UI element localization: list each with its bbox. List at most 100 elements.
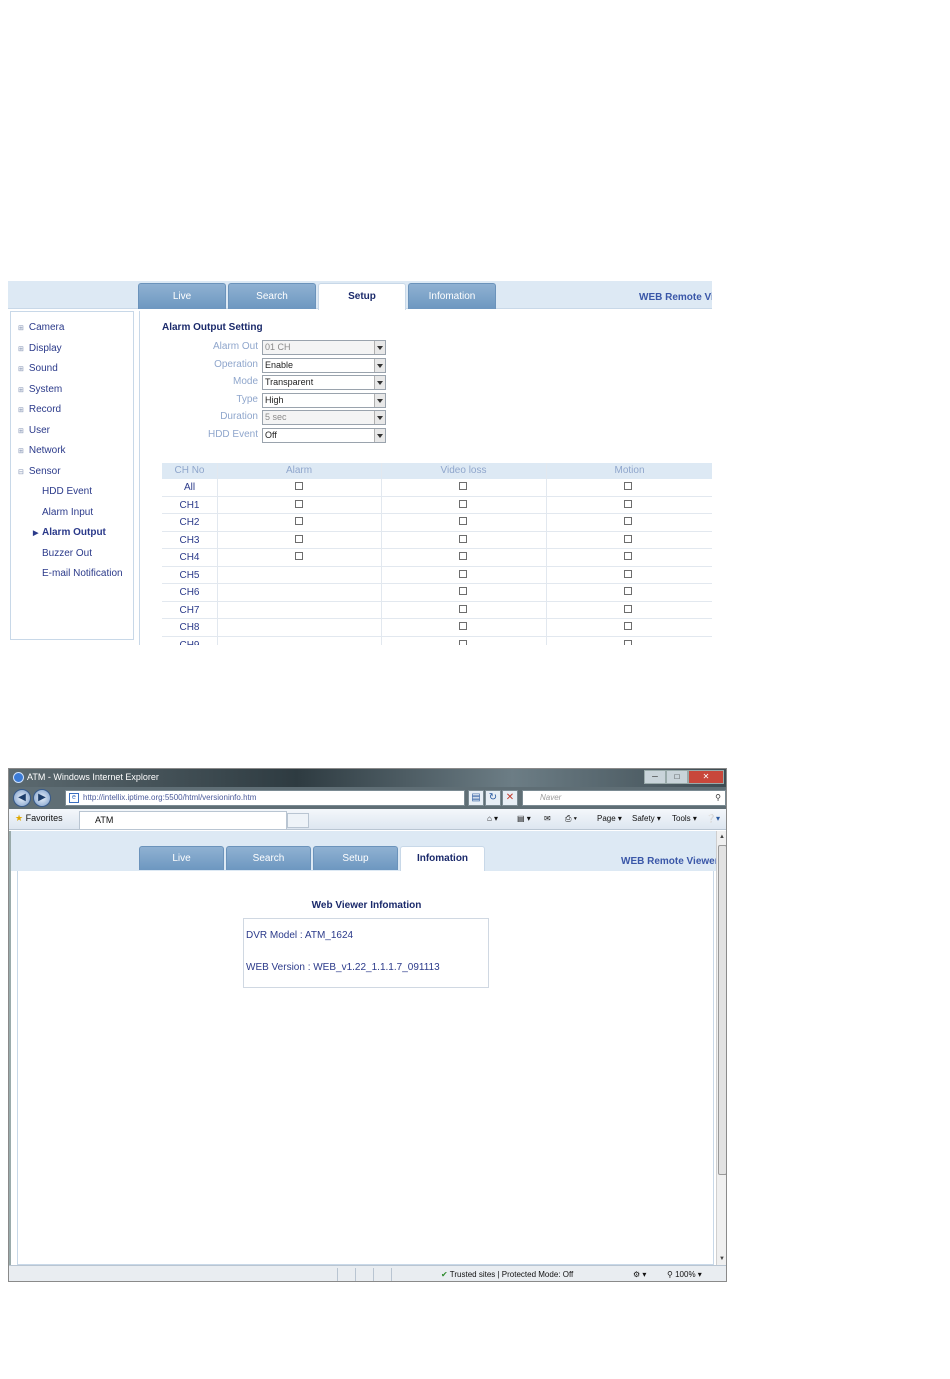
type-select[interactable]: High — [262, 393, 386, 408]
table-row: CH8 — [162, 619, 712, 637]
sidebar-item-display[interactable]: ⊞ Display — [18, 343, 62, 354]
new-tab-button[interactable] — [287, 813, 309, 828]
sidebar-item-record[interactable]: ⊞ Record — [18, 404, 61, 415]
sidebar-item-label: Sensor — [28, 466, 61, 477]
sidebar-item-sensor[interactable]: ⊟ Sensor — [18, 466, 61, 477]
page-menu[interactable]: Page ▾ — [597, 814, 622, 823]
motion-checkbox[interactable] — [624, 622, 632, 630]
minimize-button[interactable]: ─ — [644, 770, 666, 784]
duration-select[interactable]: 5 sec — [262, 410, 386, 425]
motion-checkbox[interactable] — [624, 569, 632, 578]
close-button[interactable]: ✕ — [688, 770, 724, 784]
tab-title: ATM — [95, 815, 114, 825]
forward-button[interactable]: ▶ — [33, 789, 51, 807]
video-loss-checkbox[interactable] — [459, 569, 467, 578]
video-loss-checkbox[interactable] — [459, 622, 467, 630]
stop-button[interactable]: ✕ — [502, 790, 518, 806]
motion-checkbox[interactable] — [624, 552, 632, 560]
mode-select[interactable]: Transparent — [262, 375, 386, 390]
tab-information[interactable]: Infomation — [400, 846, 485, 871]
chevron-down-icon — [374, 376, 385, 389]
motion-checkbox[interactable] — [624, 534, 632, 543]
sidebar-sub-label: Alarm Output — [42, 527, 106, 538]
plus-icon: ⊞ — [18, 325, 24, 332]
video-loss-checkbox[interactable] — [459, 499, 467, 508]
safety-menu[interactable]: Safety ▾ — [632, 814, 661, 823]
mail-icon[interactable]: ✉ — [544, 814, 551, 823]
motion-checkbox[interactable] — [624, 604, 632, 613]
tab-search[interactable]: Search — [228, 283, 316, 309]
back-button[interactable]: ◀ — [13, 789, 31, 807]
sidebar-item-camera[interactable]: ⊞ Camera — [18, 322, 64, 333]
maximize-button[interactable]: □ — [666, 770, 688, 784]
scroll-up-icon[interactable]: ▲ — [719, 834, 725, 840]
tab-information[interactable]: Infomation — [408, 283, 496, 309]
video-loss-checkbox[interactable] — [459, 517, 467, 525]
favorites-button[interactable]: ★ Favorites — [15, 813, 63, 824]
video-loss-checkbox[interactable] — [459, 604, 467, 613]
web-page: Live Search Setup Infomation WEB Remote … — [9, 831, 719, 1265]
alarm-checkbox[interactable] — [295, 534, 303, 543]
video-loss-checkbox[interactable] — [459, 482, 467, 490]
search-input[interactable]: Naver ⚲ — [522, 790, 726, 806]
plus-icon: ⊞ — [18, 428, 24, 435]
alarm-out-select[interactable]: 01 CH — [262, 340, 386, 355]
header-motion: Motion — [614, 465, 645, 476]
sidebar-item-system[interactable]: ⊞ System — [18, 384, 62, 395]
video-loss-checkbox[interactable] — [459, 587, 467, 595]
sidebar-item-sound[interactable]: ⊞ Sound — [18, 363, 58, 374]
browser-tab[interactable]: ATM — [79, 811, 287, 829]
search-icon[interactable]: ⚲ — [715, 791, 721, 805]
tab-search[interactable]: Search — [226, 846, 311, 870]
home-icon[interactable]: ⌂ ▾ — [487, 814, 498, 823]
sidebar-sub-alarm-output[interactable]: ▶ Alarm Output — [33, 527, 106, 538]
tools-menu[interactable]: Tools ▾ — [672, 814, 697, 823]
zoom-control[interactable]: ⚲ 100% ▾ — [667, 1270, 702, 1279]
motion-checkbox[interactable] — [624, 587, 632, 595]
sidebar-item-network[interactable]: ⊞ Network — [18, 445, 66, 456]
table-row: CH7 — [162, 602, 712, 619]
channel-label: CH1 — [179, 499, 200, 511]
motion-checkbox[interactable] — [624, 482, 632, 490]
header-video-loss: Video loss — [440, 465, 487, 476]
feeds-icon[interactable]: ▤ ▾ — [517, 814, 531, 823]
hdd-event-select[interactable]: Off — [262, 428, 386, 443]
security-icon[interactable]: ⚙ ▾ — [633, 1270, 646, 1279]
motion-checkbox[interactable] — [624, 499, 632, 508]
alarm-checkbox[interactable] — [295, 499, 303, 508]
motion-checkbox[interactable] — [624, 517, 632, 525]
grid-header: CH No Alarm Video loss Motion — [162, 463, 712, 479]
help-icon[interactable]: ❔▾ — [706, 814, 720, 823]
compatibility-view-button[interactable]: ▤ — [468, 790, 484, 806]
tab-live[interactable]: Live — [138, 283, 226, 309]
sidebar-sub-email-notification[interactable]: E-mail Notification — [42, 568, 123, 579]
scroll-down-icon[interactable]: ▼ — [719, 1256, 725, 1262]
sidebar-sub-alarm-input[interactable]: Alarm Input — [42, 507, 93, 518]
operation-select[interactable]: Enable — [262, 358, 386, 373]
vertical-scrollbar[interactable]: ▲ ▼ — [716, 831, 726, 1265]
video-loss-checkbox[interactable] — [459, 534, 467, 543]
tab-live[interactable]: Live — [139, 846, 224, 870]
print-icon[interactable]: ⎙ ▾ — [565, 814, 577, 824]
sidebar-item-user[interactable]: ⊞ User — [18, 425, 50, 436]
window-title: ATM - Windows Internet Explorer — [27, 772, 159, 782]
video-loss-checkbox[interactable] — [459, 639, 467, 645]
sidebar-sub-buzzer-out[interactable]: Buzzer Out — [42, 548, 92, 559]
video-loss-checkbox[interactable] — [459, 552, 467, 560]
trusted-sites-status[interactable]: ✔ Trusted sites | Protected Mode: Off — [441, 1270, 573, 1279]
channel-label: CH6 — [179, 587, 200, 598]
alarm-checkbox[interactable] — [295, 517, 303, 525]
refresh-button[interactable]: ↻ — [485, 790, 501, 806]
tab-setup[interactable]: Setup — [318, 283, 406, 310]
chevron-down-icon — [374, 394, 385, 407]
tab-setup[interactable]: Setup — [313, 846, 398, 870]
select-value: Enable — [265, 360, 294, 370]
scroll-thumb[interactable] — [718, 845, 726, 1175]
motion-checkbox[interactable] — [624, 639, 632, 645]
sidebar-item-label: Record — [28, 404, 62, 415]
url-field[interactable]: e http://intellix.iptime.org:5500/html/v… — [65, 790, 465, 806]
alarm-checkbox[interactable] — [295, 552, 303, 560]
alarm-checkbox[interactable] — [295, 482, 303, 490]
sidebar-sub-hdd-event[interactable]: HDD Event — [42, 486, 92, 497]
address-bar: ◀ ▶ e http://intellix.iptime.org:5500/ht… — [9, 787, 726, 809]
